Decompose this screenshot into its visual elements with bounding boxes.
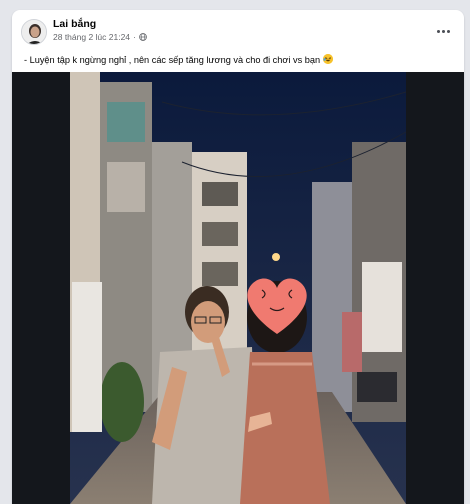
post-header: Lai bắng 28 tháng 2 lúc 21:24 · <box>12 10 464 54</box>
post-meta: 28 tháng 2 lúc 21:24 · <box>53 32 147 42</box>
avatar-image <box>22 20 46 44</box>
post-photo[interactable] <box>12 72 464 504</box>
more-horizontal-icon <box>436 29 440 33</box>
globe-icon[interactable] <box>139 33 147 41</box>
post-text: - Luyện tập k ngừng nghỉ , nên các sếp t… <box>24 54 454 66</box>
author-name[interactable]: Lai bắng <box>53 18 96 30</box>
feed-margin <box>0 0 12 504</box>
post-text-content: - Luyện tập k ngừng nghỉ , nên các sếp t… <box>24 55 321 65</box>
post-timestamp[interactable]: 28 tháng 2 lúc 21:24 <box>53 32 130 42</box>
avatar[interactable] <box>21 19 47 45</box>
laughing-emoji-icon <box>322 54 333 64</box>
more-options-button[interactable] <box>432 22 454 40</box>
post-card: Lai bắng 28 tháng 2 lúc 21:24 · - Luyện … <box>12 10 464 504</box>
photo-street-scene <box>12 72 464 504</box>
